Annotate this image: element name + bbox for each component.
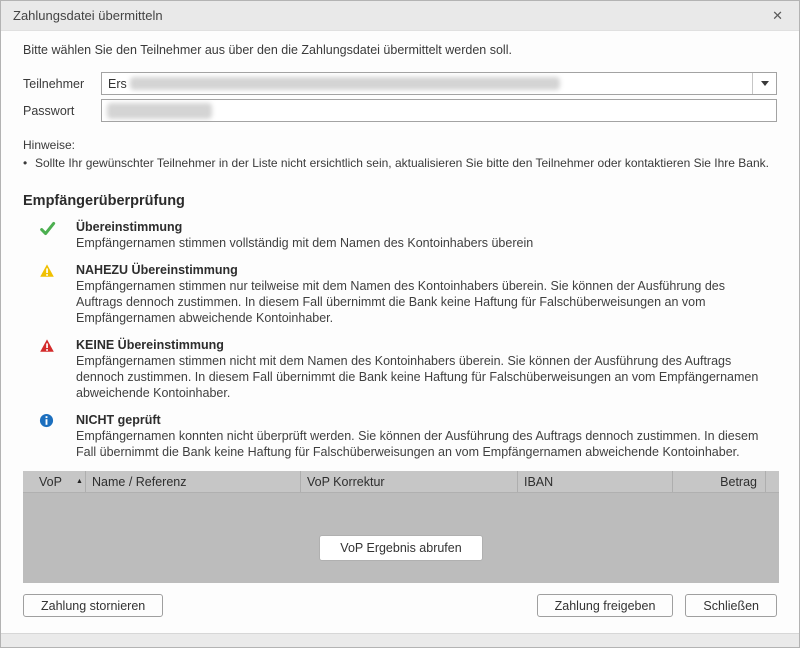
passwort-redacted-value (107, 103, 212, 119)
table-body-empty: VoP Ergebnis abrufen (23, 493, 779, 583)
vop-item-match: Übereinstimmung Empfängernamen stimmen v… (23, 219, 777, 251)
vop-item-no-match: KEINE Übereinstimmung Empfängernamen sti… (23, 337, 777, 401)
vop-item-description: Empfängernamen konnten nicht überprüft w… (76, 428, 765, 460)
vop-section-heading: Empfängerüberprüfung (23, 193, 777, 209)
vop-item-title: Übereinstimmung (76, 219, 765, 235)
vop-result-table: VoP ▲ Name / Referenz VoP Korrektur IBAN… (23, 471, 779, 583)
warning-red-icon (23, 337, 76, 401)
vop-item-description: Empfängernamen stimmen nur teilweise mit… (76, 278, 765, 326)
dialog-titlebar: Zahlungsdatei übermitteln ✕ (1, 1, 799, 31)
column-header-iban[interactable]: IBAN (518, 471, 673, 492)
bullet-glyph: • (23, 155, 35, 171)
vop-legend: Übereinstimmung Empfängernamen stimmen v… (23, 219, 777, 460)
vop-item-title: NAHEZU Übereinstimmung (76, 262, 765, 278)
table-header-row: VoP ▲ Name / Referenz VoP Korrektur IBAN… (23, 471, 779, 493)
column-header-name-referenz[interactable]: Name / Referenz (86, 471, 301, 492)
dialog-title: Zahlungsdatei übermitteln (13, 8, 768, 23)
hinweise-section: Hinweise: • Sollte Ihr gewünschter Teiln… (23, 137, 777, 171)
passwort-input[interactable] (101, 99, 777, 122)
vop-item-description: Empfängernamen stimmen nicht mit dem Nam… (76, 353, 765, 401)
column-header-betrag[interactable]: Betrag (673, 471, 766, 492)
dialog-bottom-edge (1, 633, 799, 647)
schliessen-button[interactable]: Schließen (685, 594, 777, 617)
column-header-vop-korrektur[interactable]: VoP Korrektur (301, 471, 518, 492)
vop-item-near-match: NAHEZU Übereinstimmung Empfängernamen st… (23, 262, 777, 326)
hinweise-item: • Sollte Ihr gewünschter Teilnehmer in d… (23, 155, 777, 171)
column-header-vop[interactable]: VoP ▲ (23, 471, 86, 492)
hinweise-heading: Hinweise: (23, 137, 777, 153)
vop-item-title: KEINE Übereinstimmung (76, 337, 765, 353)
vop-ergebnis-abrufen-button[interactable]: VoP Ergebnis abrufen (319, 535, 482, 561)
column-header-spacer (766, 471, 779, 492)
intro-text: Bitte wählen Sie den Teilnehmer aus über… (23, 42, 777, 58)
teilnehmer-redacted-value (130, 77, 560, 90)
close-icon[interactable]: ✕ (768, 7, 787, 24)
vop-item-title: NICHT geprüft (76, 412, 765, 428)
zahlung-freigeben-button[interactable]: Zahlung freigeben (537, 594, 674, 617)
submit-payment-file-dialog: Zahlungsdatei übermitteln ✕ Bitte wählen… (0, 0, 800, 648)
teilnehmer-combobox[interactable]: Ers (101, 72, 777, 95)
hinweise-item-text: Sollte Ihr gewünschter Teilnehmer in der… (35, 155, 769, 171)
warning-yellow-icon (23, 262, 76, 326)
passwort-label: Passwort (23, 104, 101, 118)
vop-item-not-checked: NICHT geprüft Empfängernamen konnten nic… (23, 412, 777, 460)
dialog-button-row: Zahlung stornieren Zahlung freigeben Sch… (23, 594, 777, 617)
teilnehmer-label: Teilnehmer (23, 77, 101, 91)
info-icon (23, 412, 76, 460)
button-row-spacer (163, 594, 536, 617)
sort-ascending-icon: ▲ (76, 478, 83, 485)
vop-item-description: Empfängernamen stimmen vollständig mit d… (76, 235, 765, 251)
teilnehmer-dropdown-button[interactable] (752, 73, 776, 94)
check-icon (23, 219, 76, 251)
zahlung-stornieren-button[interactable]: Zahlung stornieren (23, 594, 163, 617)
credentials-form: Teilnehmer Ers Passwort (23, 72, 777, 122)
teilnehmer-value: Ers (108, 77, 127, 91)
chevron-down-icon (761, 81, 769, 86)
